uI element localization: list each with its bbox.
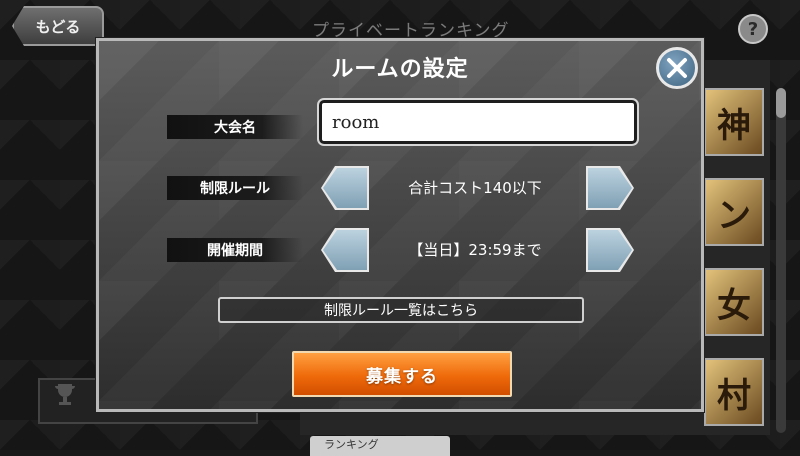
back-button-label: もどる: [35, 17, 81, 36]
scrollbar-thumb[interactable]: [776, 88, 786, 118]
list-item[interactable]: ン: [704, 178, 764, 246]
period-label: 開催期間: [167, 238, 303, 262]
recruit-button[interactable]: 募集する: [292, 351, 512, 397]
list-item[interactable]: 村: [704, 358, 764, 426]
rules-list-label: 制限ルール一覧はこちら: [324, 303, 478, 319]
period-value: 【当日】23:59まで: [408, 241, 542, 259]
rule-value: 合計コスト140以下: [408, 179, 542, 197]
tournament-name-input[interactable]: [317, 98, 639, 146]
ranking-tab[interactable]: ランキング: [310, 436, 450, 456]
close-button[interactable]: [656, 47, 698, 89]
list-item[interactable]: 女: [704, 268, 764, 336]
rules-list-link[interactable]: 制限ルール一覧はこちら: [218, 297, 584, 323]
rule-next-button[interactable]: [588, 168, 632, 208]
period-next-button[interactable]: [588, 230, 632, 270]
help-icon[interactable]: ?: [738, 14, 768, 44]
name-label: 大会名: [167, 115, 303, 139]
rule-prev-button[interactable]: [323, 168, 367, 208]
close-icon: [667, 58, 687, 78]
room-settings-dialog: ルームの設定 大会名 制限ルール 合計コスト140以下 開催期間 【当日】23:…: [96, 38, 704, 412]
scrollbar-track[interactable]: [776, 88, 786, 433]
rule-label: 制限ルール: [167, 176, 303, 200]
period-prev-button[interactable]: [323, 230, 367, 270]
list-item[interactable]: 神: [704, 88, 764, 156]
recruit-button-label: 募集する: [366, 366, 438, 387]
trophy-glyph-icon: [55, 384, 75, 405]
back-button[interactable]: もどる: [12, 6, 104, 46]
dialog-title: ルームの設定: [331, 57, 469, 82]
